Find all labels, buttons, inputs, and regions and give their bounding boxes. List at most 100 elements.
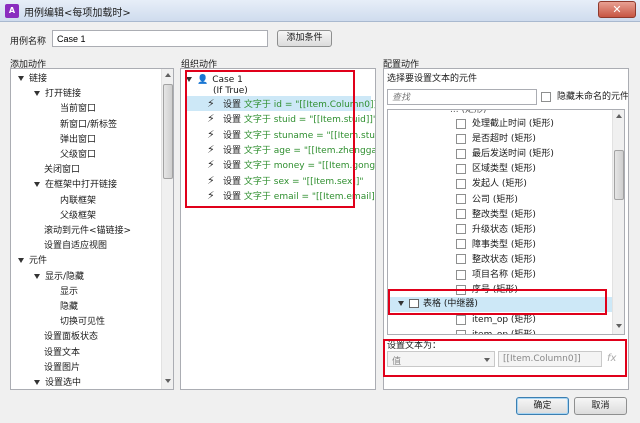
- action-tree-item[interactable]: 设置面板状态: [44, 330, 98, 345]
- add-condition-button[interactable]: 添加条件: [277, 30, 332, 47]
- checkbox-icon[interactable]: [456, 269, 466, 280]
- action-tree-label: 设置文本: [44, 347, 81, 358]
- widget-item[interactable]: 升级状态 (矩形): [456, 223, 536, 238]
- widget-label: 区域类型 (矩形): [472, 164, 536, 175]
- checkbox-icon[interactable]: [456, 133, 466, 144]
- widget-item[interactable]: 整改类型 (矩形): [456, 208, 536, 223]
- repeater-child-label: item_op (矩形): [472, 330, 536, 335]
- widget-label: 升级状态 (矩形): [472, 224, 536, 235]
- expand-icon[interactable]: [34, 273, 40, 279]
- scroll-thumb[interactable]: [163, 84, 173, 179]
- action-tree-label: 切换可见性: [60, 317, 106, 328]
- checkbox-icon[interactable]: [456, 314, 466, 325]
- widget-item[interactable]: 处理截止时间 (矩形): [456, 117, 554, 132]
- widget-item[interactable]: 区域类型 (矩形): [456, 162, 536, 177]
- repeater-child-item[interactable]: item_op (矩形): [456, 328, 536, 335]
- checkbox-icon[interactable]: [456, 118, 466, 129]
- action-tree-panel: 链接打开链接当前窗口新窗口/新标签 弹出窗口父级窗口关闭窗口在框架中打开链接内联框…: [10, 68, 174, 390]
- widget-item[interactable]: 整改状态 (矩形): [456, 253, 536, 268]
- action-tree-item[interactable]: 隐藏: [60, 300, 78, 315]
- checkbox-icon[interactable]: [541, 91, 551, 102]
- checkbox-icon[interactable]: [456, 163, 466, 174]
- action-tree-label: 设置面板状态: [44, 332, 99, 343]
- widget-label: 整改类型 (矩形): [472, 209, 536, 220]
- expand-icon[interactable]: [18, 76, 24, 81]
- repeater-child-item[interactable]: item_op (矩形): [456, 313, 536, 328]
- select-widget-label: 选择要设置文本的元件: [387, 74, 478, 84]
- highlight-box-repeater: [388, 289, 607, 315]
- widget-item[interactable]: 项目名称 (矩形): [456, 268, 536, 283]
- action-tree-label: 显示/隐藏: [45, 271, 85, 282]
- checkbox-icon[interactable]: [456, 254, 466, 265]
- action-tree-label: 父级框架: [60, 210, 97, 221]
- action-tree-item[interactable]: 新窗口/新标签: [60, 118, 117, 133]
- hide-unnamed-checkbox[interactable]: 隐藏未命名的元件: [541, 90, 629, 105]
- widget-item[interactable]: 公司 (矩形): [456, 193, 518, 208]
- action-tree-label: 打开链接: [45, 89, 82, 100]
- action-tree-label: 设置图片: [44, 362, 81, 373]
- action-tree-label: 元件: [29, 256, 48, 267]
- expand-icon[interactable]: [18, 258, 24, 264]
- action-tree-label: 隐藏: [60, 302, 79, 312]
- action-tree-item[interactable]: 显示: [60, 285, 78, 300]
- action-tree-item[interactable]: 在框架中打开链接: [34, 178, 117, 193]
- action-tree-label: 在框架中打开链接: [45, 180, 118, 191]
- checkbox-icon[interactable]: [456, 239, 466, 250]
- action-tree-item[interactable]: 滚动到元件<锚链接>: [44, 224, 131, 239]
- expand-icon[interactable]: [34, 380, 40, 385]
- hide-unnamed-label: 隐藏未命名的元件: [557, 92, 629, 102]
- action-tree-item[interactable]: 内联框架: [60, 194, 96, 209]
- widget-label: 公司 (矩形): [472, 194, 518, 205]
- widget-tree-scrollbar[interactable]: [612, 110, 624, 334]
- widget-label: 项目名称 (矩形): [472, 270, 536, 280]
- cancel-button[interactable]: 取消: [574, 397, 627, 415]
- action-tree-label: 关闭窗口: [44, 165, 81, 176]
- scroll-up-icon[interactable]: [165, 73, 171, 77]
- action-tree-item[interactable]: 打开链接: [34, 87, 81, 102]
- widget-item[interactable]: 发起人 (矩形): [456, 177, 527, 192]
- action-tree-item[interactable]: 父级窗口: [60, 148, 96, 163]
- checkbox-icon[interactable]: [456, 209, 466, 220]
- action-tree-item[interactable]: 设置选中: [34, 376, 81, 389]
- case-name-label: 用例名称: [10, 37, 47, 47]
- checkbox-icon[interactable]: [456, 329, 466, 334]
- action-tree-item[interactable]: 关闭窗口: [44, 163, 80, 178]
- action-tree-label: 当前窗口: [60, 104, 97, 115]
- action-tree-scrollbar[interactable]: [161, 69, 173, 389]
- checkbox-icon[interactable]: [456, 224, 466, 235]
- action-tree-item[interactable]: 父级框架: [60, 209, 96, 224]
- search-input[interactable]: [387, 89, 537, 105]
- action-tree-item[interactable]: 弹出窗口: [60, 133, 96, 148]
- widget-label: 发起人 (矩形): [472, 179, 527, 190]
- widget-label: 是否超时 (矩形): [472, 134, 536, 145]
- action-tree-item[interactable]: 元件: [18, 254, 47, 269]
- expand-icon[interactable]: [34, 91, 40, 97]
- widget-item[interactable]: 最后发送时间 (矩形): [456, 147, 554, 162]
- widget-label: 最后发送时间 (矩形): [472, 149, 554, 160]
- widget-label: 障事类型 (矩形): [472, 239, 536, 250]
- action-tree-label: 设置自适应视图: [44, 241, 108, 252]
- widget-item[interactable]: 障事类型 (矩形): [456, 238, 536, 253]
- action-tree-label: 弹出窗口: [60, 134, 97, 145]
- checkbox-icon[interactable]: [456, 194, 466, 204]
- case-name-input[interactable]: [52, 30, 268, 47]
- ok-button[interactable]: 确定: [516, 397, 569, 415]
- action-tree-item[interactable]: 设置图片: [44, 361, 80, 376]
- scroll-down-icon[interactable]: [165, 379, 171, 383]
- expand-icon[interactable]: [34, 182, 40, 188]
- close-button[interactable]: ✕: [598, 1, 636, 18]
- highlight-box-settext: [383, 339, 627, 377]
- widget-item[interactable]: 是否超时 (矩形): [456, 132, 536, 147]
- action-tree-item[interactable]: 切换可见性: [60, 315, 105, 330]
- action-tree-item[interactable]: 设置文本: [44, 346, 80, 361]
- widget-label: 整改状态 (矩形): [472, 254, 536, 265]
- scroll-thumb[interactable]: [614, 150, 624, 200]
- action-tree-item[interactable]: 链接: [18, 72, 47, 87]
- checkbox-icon[interactable]: [456, 148, 466, 159]
- checkbox-icon[interactable]: [456, 178, 466, 189]
- action-tree-item[interactable]: 显示/隐藏: [34, 270, 84, 285]
- scroll-up-icon[interactable]: [616, 114, 622, 118]
- action-tree-item[interactable]: 设置自适应视图: [44, 239, 107, 254]
- action-tree-item[interactable]: 当前窗口: [60, 102, 96, 117]
- scroll-down-icon[interactable]: [616, 324, 622, 328]
